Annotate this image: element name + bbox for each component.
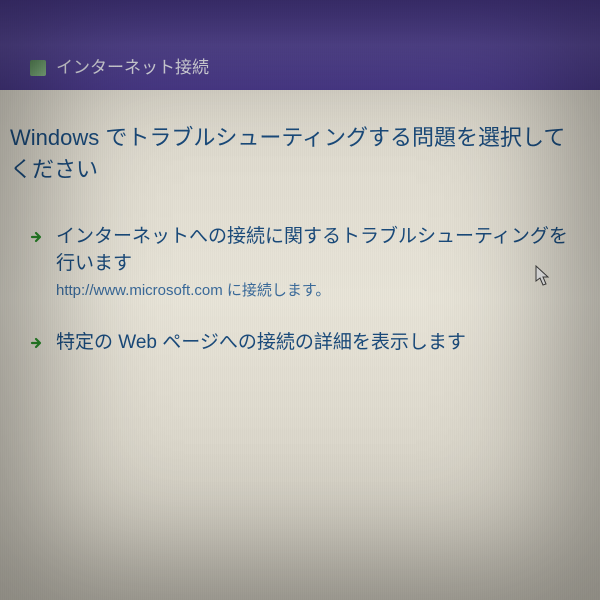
page-heading: Windows でトラブルシューティングする問題を選択してください xyxy=(10,120,580,184)
option-title: 特定の Web ページへの接続の詳細を表示します xyxy=(56,330,466,357)
arrow-right-icon xyxy=(30,230,44,244)
option-internet-troubleshoot[interactable]: インターネットへの接続に関するトラブルシューティングを行います http://w… xyxy=(10,224,580,300)
window-title: インターネット接続 xyxy=(56,53,209,78)
arrow-right-icon xyxy=(30,336,44,350)
option-webpage-details[interactable]: 特定の Web ページへの接続の詳細を表示します xyxy=(10,330,580,357)
titlebar: インターネット接続 xyxy=(0,0,600,90)
option-subtitle: http://www.microsoft.com に接続します。 xyxy=(56,279,580,300)
option-text: 特定の Web ページへの接続の詳細を表示します xyxy=(56,330,466,357)
content-area: Windows でトラブルシューティングする問題を選択してください インターネッ… xyxy=(0,90,600,407)
mouse-cursor-icon xyxy=(535,265,553,292)
network-troubleshoot-icon xyxy=(30,60,46,76)
option-title: インターネットへの接続に関するトラブルシューティングを行います xyxy=(56,224,580,277)
option-text: インターネットへの接続に関するトラブルシューティングを行います http://w… xyxy=(56,224,580,300)
